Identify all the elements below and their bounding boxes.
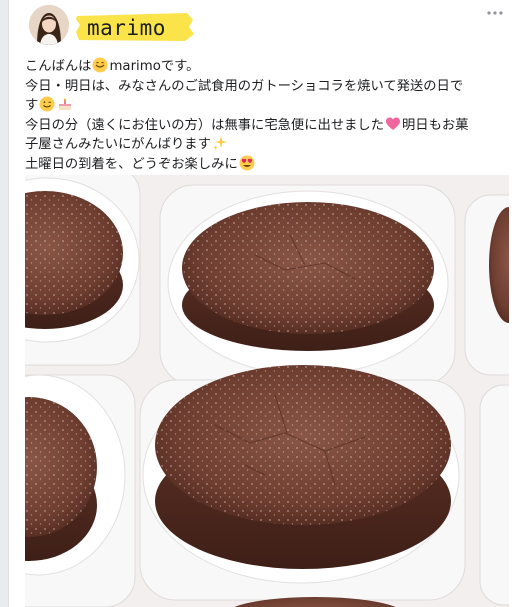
heart-emoji: [386, 117, 401, 130]
post-line-6: 土曜日の到着を、どうぞお楽しみに: [25, 155, 507, 175]
post-line-3: す: [25, 96, 507, 116]
sparkles-emoji: [212, 136, 227, 150]
avatar-image: [29, 5, 69, 45]
cake-top-center: [182, 202, 434, 351]
winking-face-emoji: [39, 96, 55, 112]
smiling-face-emoji: [92, 57, 108, 73]
post-card: marimo こんばんは marimoです。 今日・明日は、みなさんのご試食用のガ…: [8, 0, 517, 607]
post-header: marimo: [9, 0, 517, 56]
cake-bottom-center: [155, 365, 451, 569]
container-bottom-right: [479, 384, 509, 606]
cake-emoji: [59, 98, 72, 110]
heart-eyes-emoji: [239, 155, 255, 170]
post-line-5: 子屋さんみたいにがんばります: [25, 135, 507, 155]
post-line-2: 今日・明日は、みなさんのご試食用のガトーショコラを焼いて発送の日で: [25, 78, 464, 94]
more-options-icon[interactable]: [486, 4, 504, 20]
author-name-highlight[interactable]: marimo: [75, 10, 195, 44]
gateau-chocolat-photo[interactable]: [25, 175, 509, 607]
author-name[interactable]: marimo: [87, 16, 166, 40]
post-line-1: こんばんは marimoです。: [25, 57, 200, 74]
profile-avatar[interactable]: [29, 5, 69, 45]
cakes-illustration: [25, 175, 509, 607]
post-text: こんばんは marimoです。 今日・明日は、みなさんのご試食用のガトーショコラを…: [25, 57, 507, 174]
post-line-4: 今日の分（遠くにお住いの方）は無事に宅急便に出せました 明日もお菓: [25, 117, 469, 133]
